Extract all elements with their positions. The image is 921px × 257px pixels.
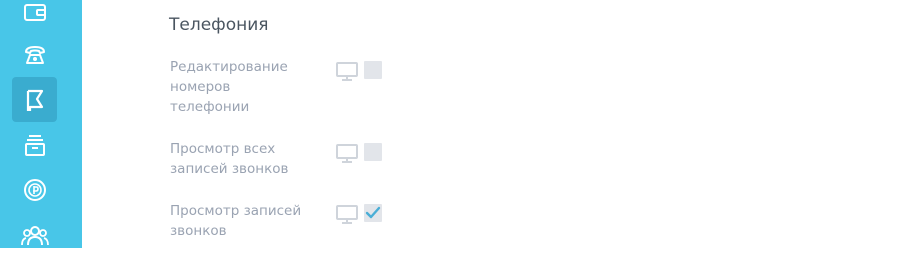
sidebar-item-flag[interactable]	[12, 77, 57, 122]
checkmark-icon	[365, 206, 381, 219]
archive-icon	[24, 134, 45, 156]
sidebar	[0, 0, 82, 248]
permission-controls-view-call-records	[336, 204, 386, 226]
wallet-icon	[23, 3, 46, 21]
permission-checkbox[interactable]	[364, 204, 382, 222]
sidebar-item-wallet[interactable]	[12, 0, 57, 35]
sidebar-item-phone[interactable]	[12, 32, 57, 77]
permission-label-edit-phone-numbers: Редактирование номеров телефонии	[170, 59, 288, 115]
monitor-icon	[336, 205, 358, 224]
flag-icon	[26, 89, 43, 111]
sidebar-item-users[interactable]	[12, 212, 57, 257]
sidebar-item-archive[interactable]	[12, 122, 57, 167]
users-icon	[20, 225, 49, 245]
permission-controls-view-all-call-records	[336, 143, 386, 165]
monitor-icon	[336, 144, 358, 163]
permission-label-view-all-call-records: Просмотр всех записей звонков	[170, 141, 289, 177]
permission-checkbox[interactable]	[364, 61, 382, 79]
permission-controls-edit-phone-numbers	[336, 61, 386, 83]
sidebar-item-money[interactable]	[12, 167, 57, 212]
monitor-icon	[336, 62, 358, 81]
permission-checkbox[interactable]	[364, 143, 382, 161]
phone-icon	[24, 45, 45, 64]
section-title: Телефония	[169, 15, 269, 35]
permission-label-view-call-records: Просмотр записей звонков	[170, 203, 302, 239]
money-icon	[23, 178, 46, 201]
